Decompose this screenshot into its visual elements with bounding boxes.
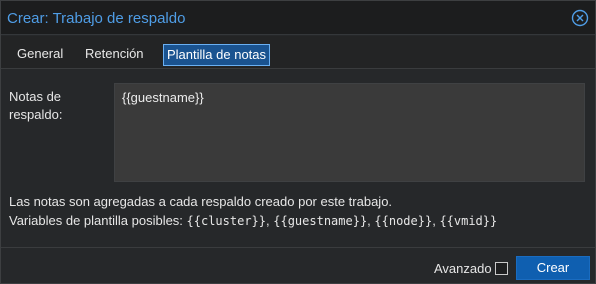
notes-template-panel: Notas de respaldo: Las notas son agregad… — [1, 70, 595, 246]
template-variables-label: Variables de plantilla posibles: — [9, 213, 187, 228]
close-icon[interactable] — [571, 9, 589, 27]
variable-vmid: {{vmid}} — [439, 214, 498, 228]
tab-general[interactable]: General — [13, 44, 67, 66]
notes-label: Notas de respaldo: — [9, 89, 63, 122]
dialog-footer: Avanzado Crear — [1, 247, 595, 283]
template-variables-text: Variables de plantilla posibles: {{clust… — [9, 213, 498, 228]
notes-info-text: Las notas son agregadas a cada respaldo … — [9, 194, 393, 209]
advanced-label: Avanzado — [434, 261, 492, 276]
variable-guestname: {{guestname}} — [273, 214, 368, 228]
notes-textarea[interactable] — [114, 83, 585, 182]
tab-notes-template[interactable]: Plantilla de notas — [163, 44, 271, 66]
advanced-checkbox[interactable] — [495, 262, 508, 275]
variable-node: {{node}} — [374, 214, 433, 228]
dialog-title: Crear: Trabajo de respaldo — [7, 10, 186, 27]
create-button[interactable]: Crear — [516, 256, 590, 280]
tab-retention[interactable]: Retención — [81, 44, 148, 66]
variable-cluster: {{cluster}} — [186, 214, 267, 228]
dialog-titlebar: Crear: Trabajo de respaldo — [1, 1, 595, 35]
tab-bar: General Retención Plantilla de notas — [1, 36, 595, 69]
create-backup-job-dialog: Crear: Trabajo de respaldo General Reten… — [0, 0, 596, 284]
